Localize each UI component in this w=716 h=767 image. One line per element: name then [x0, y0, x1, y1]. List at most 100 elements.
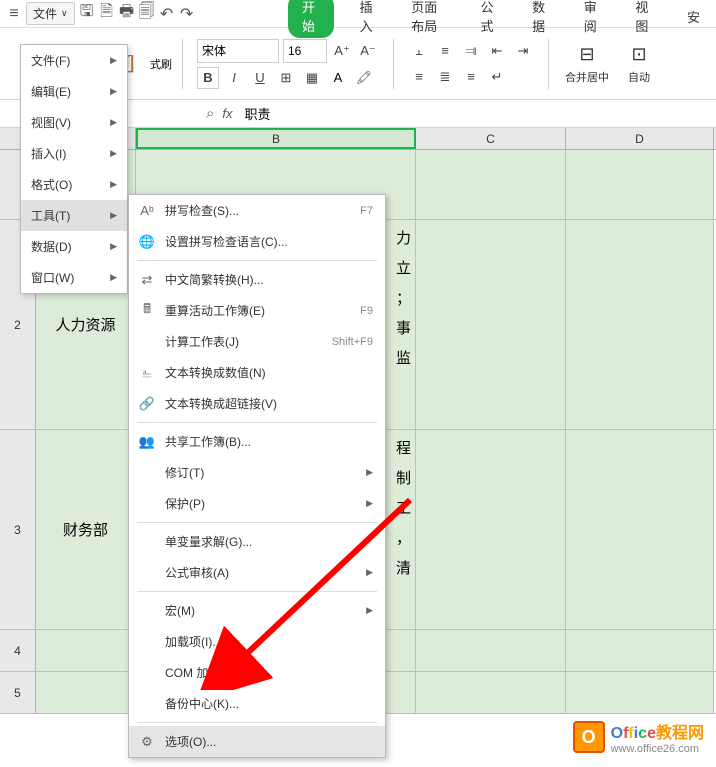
tools-menu-item[interactable]: COM 加载项(U)...	[129, 657, 385, 688]
print-preview-icon[interactable]: 🗎	[99, 6, 115, 22]
merge-center-button[interactable]: ⊟ 合并居中	[559, 41, 615, 87]
cell[interactable]	[566, 220, 714, 429]
auto-button[interactable]: ⊡ 自动	[621, 41, 657, 87]
find-icon[interactable]: ⌕	[206, 105, 214, 122]
font-color-button[interactable]: A	[327, 67, 349, 89]
file-menu-dropdown: 文件(F)▶编辑(E)▶视图(V)▶插入(I)▶格式(O)▶工具(T)▶数据(D…	[20, 44, 128, 294]
align-top-icon[interactable]: ⫠	[408, 40, 430, 62]
file-button[interactable]: 文件 ∨	[26, 2, 75, 25]
fx-label[interactable]: fx	[222, 106, 232, 121]
cell[interactable]	[416, 150, 566, 219]
highlight-button[interactable]: 🖍	[353, 67, 375, 89]
menu-item-icon: 🖩	[139, 303, 155, 319]
cell[interactable]	[566, 672, 714, 713]
tools-menu-item[interactable]: 👥 共享工作簿(B)...	[129, 426, 385, 457]
align-bottom-icon[interactable]: ⫥	[460, 40, 482, 62]
menu-separator	[137, 522, 377, 523]
align-center-icon[interactable]: ≣	[434, 66, 456, 88]
tools-menu-item[interactable]: 保护(P)▶	[129, 488, 385, 519]
align-right-icon[interactable]: ≡	[460, 66, 482, 88]
fill-color-button[interactable]: ▦	[301, 67, 323, 89]
file-button-label: 文件	[33, 5, 57, 22]
menu-item-label: 工具(T)	[31, 207, 70, 224]
tools-menu-item[interactable]: ⚙ 选项(O)...	[129, 726, 385, 757]
file-menu-item[interactable]: 格式(O)▶	[21, 169, 127, 200]
watermark-title: Office教程网	[611, 719, 704, 743]
export-icon[interactable]: 🗐	[139, 6, 155, 22]
cell[interactable]	[416, 220, 566, 429]
cell[interactable]	[36, 630, 136, 671]
file-menu-item[interactable]: 编辑(E)▶	[21, 76, 127, 107]
undo-icon[interactable]: ↶	[159, 6, 175, 22]
tools-menu-item[interactable]: 🌐设置拼写检查语言(C)...	[129, 226, 385, 257]
file-menu-item[interactable]: 插入(I)▶	[21, 138, 127, 169]
cell[interactable]	[566, 430, 714, 629]
font-name-select[interactable]	[197, 39, 279, 63]
save-icon[interactable]: 🖫	[79, 6, 95, 22]
menu-item-label: 选项(O)...	[165, 733, 216, 750]
menu-item-label: 中文简繁转换(H)...	[165, 271, 264, 288]
increase-font-icon[interactable]: A⁺	[331, 40, 353, 62]
cell[interactable]	[416, 630, 566, 671]
menu-item-icon: 👥	[139, 434, 155, 450]
tools-menu-item[interactable]: 单变量求解(G)...	[129, 526, 385, 557]
divider	[182, 39, 183, 89]
bold-button[interactable]: B	[197, 67, 219, 89]
row-header-3[interactable]: 3	[0, 430, 36, 629]
indent-left-icon[interactable]: ⇤	[486, 40, 508, 62]
tools-menu-item[interactable]: ⎁文本转换成数值(N)	[129, 357, 385, 388]
tools-menu-item[interactable]: 公式审核(A)▶	[129, 557, 385, 588]
redo-icon[interactable]: ↷	[179, 6, 195, 22]
menu-item-icon: ⎁	[139, 365, 155, 381]
tools-menu-item[interactable]: 宏(M)▶	[129, 595, 385, 626]
file-menu-item[interactable]: 窗口(W)▶	[21, 262, 127, 293]
align-left-icon[interactable]: ≡	[408, 66, 430, 88]
border-button[interactable]: ⊞	[275, 67, 297, 89]
chevron-right-icon: ▶	[110, 55, 117, 66]
tools-menu-item[interactable]: Aᵇ拼写检查(S)...F7	[129, 195, 385, 226]
row-header-5[interactable]: 5	[0, 672, 36, 713]
cell[interactable]	[566, 630, 714, 671]
format-painter-button[interactable]: 式刷	[150, 56, 172, 72]
file-menu-item[interactable]: 数据(D)▶	[21, 231, 127, 262]
decrease-font-icon[interactable]: A⁻	[357, 40, 379, 62]
chevron-right-icon: ▶	[366, 567, 373, 578]
tools-menu-item[interactable]: 🔗文本转换成超链接(V)	[129, 388, 385, 419]
cell[interactable]	[36, 672, 136, 713]
menu-item-label: 数据(D)	[31, 238, 72, 255]
font-size-select[interactable]	[283, 39, 327, 63]
formula-input[interactable]	[241, 104, 708, 123]
wrap-text-icon[interactable]: ↵	[486, 66, 508, 88]
col-header-b[interactable]: B	[136, 128, 416, 149]
menu-item-icon: ⚙	[139, 734, 155, 750]
indent-right-icon[interactable]: ⇥	[512, 40, 534, 62]
print-icon[interactable]: 🖶	[119, 6, 135, 22]
cell[interactable]	[566, 150, 714, 219]
cell-a3[interactable]: 财务部	[36, 430, 136, 629]
menu-icon[interactable]: ≡	[6, 6, 22, 22]
align-middle-icon[interactable]: ≡	[434, 40, 456, 62]
file-menu-item[interactable]: 文件(F) ▶	[21, 45, 127, 76]
file-menu-item[interactable]: 视图(V)▶	[21, 107, 127, 138]
row-header-4[interactable]: 4	[0, 630, 36, 671]
menu-item-label: 共享工作簿(B)...	[165, 433, 251, 450]
cell[interactable]	[416, 430, 566, 629]
file-menu-item[interactable]: 工具(T)▶	[21, 200, 127, 231]
ribbon-tabs: 开始 插入 页面布局 公式 数据 审阅 视图 安	[280, 2, 716, 30]
underline-button[interactable]: U	[249, 67, 271, 89]
menu-item-label: 文件(F)	[31, 52, 70, 69]
italic-button[interactable]: I	[223, 67, 245, 89]
menu-shortcut: F9	[360, 305, 373, 317]
col-header-d[interactable]: D	[566, 128, 714, 149]
tools-menu-item[interactable]: 🖩重算活动工作簿(E)F9	[129, 295, 385, 326]
tools-menu-item[interactable]: 计算工作表(J)Shift+F9	[129, 326, 385, 357]
tab-more[interactable]: 安	[679, 3, 708, 30]
cell[interactable]	[416, 672, 566, 713]
tools-menu-item[interactable]: 修订(T)▶	[129, 457, 385, 488]
tools-menu-item[interactable]: 备份中心(K)...	[129, 688, 385, 719]
auto-icon: ⊡	[627, 43, 651, 67]
tools-menu-item[interactable]: 加载项(I)...	[129, 626, 385, 657]
col-header-c[interactable]: C	[416, 128, 566, 149]
menu-item-label: 保护(P)	[165, 495, 205, 512]
tools-menu-item[interactable]: ⇄中文简繁转换(H)...	[129, 264, 385, 295]
